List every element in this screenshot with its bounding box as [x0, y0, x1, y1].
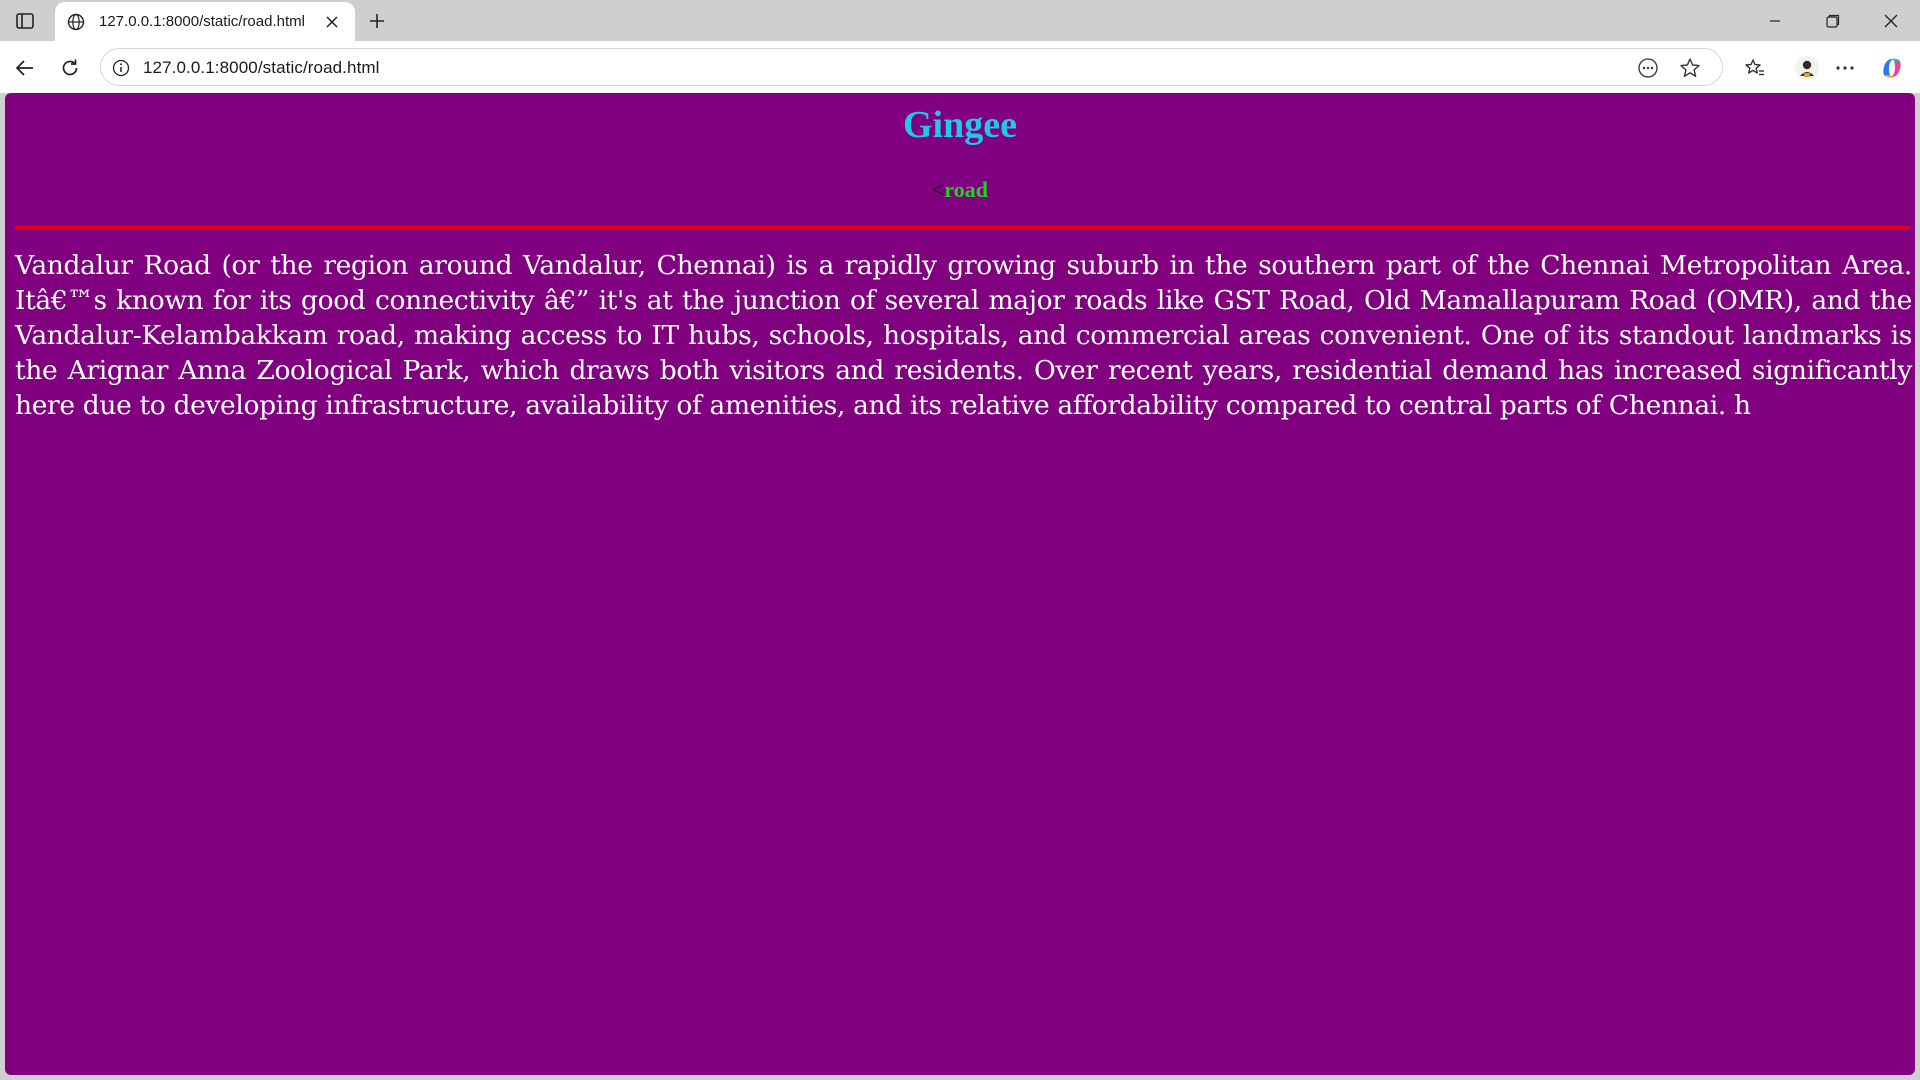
horizontal-rule [15, 226, 1910, 229]
road-link[interactable]: road [944, 177, 988, 202]
subtitle: <road [5, 177, 1915, 203]
minimize-icon[interactable] [1746, 0, 1804, 41]
browser-tab[interactable]: 127.0.0.1:8000/static/road.html [55, 2, 355, 41]
profile-avatar[interactable] [1792, 53, 1822, 83]
tab-actions-icon[interactable] [8, 8, 42, 34]
tab-strip: 127.0.0.1:8000/static/road.html [0, 0, 1920, 41]
restore-icon[interactable] [1804, 0, 1862, 41]
reload-icon[interactable] [55, 53, 85, 83]
subtitle-prefix: < [931, 177, 945, 202]
close-tab-icon[interactable] [321, 11, 343, 33]
more-options-icon[interactable] [1830, 53, 1860, 83]
body-paragraph: Vandalur Road (or the region around Vand… [15, 250, 1912, 421]
tab-title: 127.0.0.1:8000/static/road.html [99, 13, 305, 30]
close-window-icon[interactable] [1862, 0, 1920, 41]
reader-options-icon[interactable] [1636, 56, 1660, 80]
favorite-star-icon[interactable] [1678, 56, 1702, 80]
page-viewport: Gingee <road Vandalur Road (or the regio… [5, 93, 1915, 1075]
page-title: Gingee [903, 104, 1017, 146]
browser-toolbar: 127.0.0.1:8000/static/road.html [0, 41, 1920, 93]
window-controls [1746, 0, 1920, 41]
address-bar[interactable]: 127.0.0.1:8000/static/road.html [100, 48, 1723, 86]
url-text[interactable]: 127.0.0.1:8000/static/road.html [143, 58, 380, 78]
new-tab-icon[interactable] [364, 8, 390, 34]
copilot-icon[interactable] [1877, 53, 1907, 83]
site-info-icon[interactable] [110, 57, 132, 79]
back-arrow-icon[interactable] [10, 53, 40, 83]
globe-icon [65, 11, 87, 33]
favorites-icon[interactable] [1740, 53, 1770, 83]
